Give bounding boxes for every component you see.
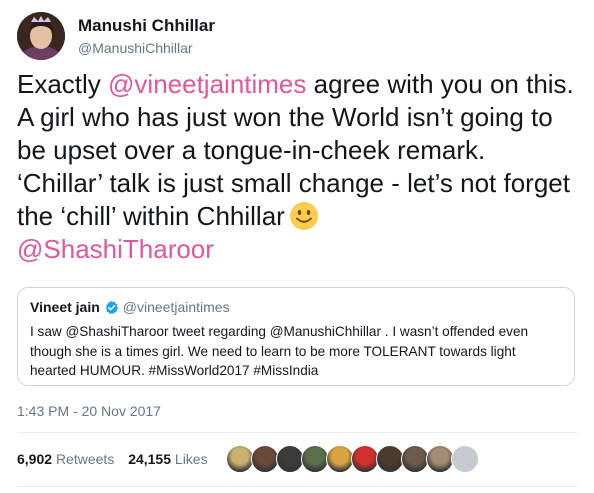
liker-avatar-icon[interactable] bbox=[351, 445, 379, 473]
divider bbox=[17, 432, 577, 433]
liker-avatar-icon[interactable] bbox=[401, 445, 429, 473]
quoted-author-name: Vineet jain bbox=[30, 299, 100, 315]
quoted-tweet[interactable]: Vineet jain @vineetjaintimes I saw @Shas… bbox=[17, 287, 575, 386]
likes-count: 24,155 bbox=[128, 451, 172, 467]
liker-avatar-icon[interactable] bbox=[251, 445, 279, 473]
retweets-label: Retweets bbox=[55, 451, 115, 467]
mention-link[interactable]: @ShashiTharoor bbox=[17, 234, 214, 264]
quoted-tweet-header: Vineet jain @vineetjaintimes bbox=[30, 299, 230, 315]
author-avatar[interactable] bbox=[17, 12, 65, 60]
author-name[interactable]: Manushi Chhillar bbox=[78, 16, 215, 36]
mention-link[interactable]: @vineetjaintimes bbox=[108, 69, 306, 99]
liker-avatar-icon[interactable] bbox=[376, 445, 404, 473]
divider bbox=[17, 486, 577, 487]
retweets-stat[interactable]: 6,902 Retweets bbox=[17, 451, 114, 467]
liker-avatar-icon[interactable] bbox=[326, 445, 354, 473]
slightly-smiling-face-icon bbox=[289, 202, 318, 230]
author-handle[interactable]: @ManushiChhillar bbox=[78, 40, 193, 56]
liker-avatar-icon[interactable] bbox=[276, 445, 304, 473]
liker-avatar-icon[interactable] bbox=[226, 445, 254, 473]
tweet-text-segment: Exactly bbox=[17, 69, 109, 99]
likes-stat[interactable]: 24,155 Likes bbox=[128, 451, 207, 467]
tweet-text: Exactly @vineetjaintimes agree with you … bbox=[17, 68, 577, 266]
likes-label: Likes bbox=[174, 451, 208, 467]
tweet-stats: 6,902 Retweets 24,155 Likes bbox=[17, 451, 218, 467]
liker-avatar-icon[interactable] bbox=[301, 445, 329, 473]
quoted-author-handle: @vineetjaintimes bbox=[122, 299, 230, 315]
liker-avatar-icon[interactable] bbox=[451, 445, 479, 473]
retweets-count: 6,902 bbox=[17, 451, 53, 467]
verified-badge-icon bbox=[105, 300, 118, 315]
tweet-header: Manushi Chhillar @ManushiChhillar bbox=[17, 12, 577, 62]
liker-avatar-icon[interactable] bbox=[426, 445, 454, 473]
tweet-timestamp[interactable]: 1:43 PM - 20 Nov 2017 bbox=[17, 403, 161, 419]
avatar-portrait-icon bbox=[17, 12, 65, 60]
quoted-tweet-body: I saw @ShashiTharoor tweet regarding @Ma… bbox=[30, 324, 529, 378]
